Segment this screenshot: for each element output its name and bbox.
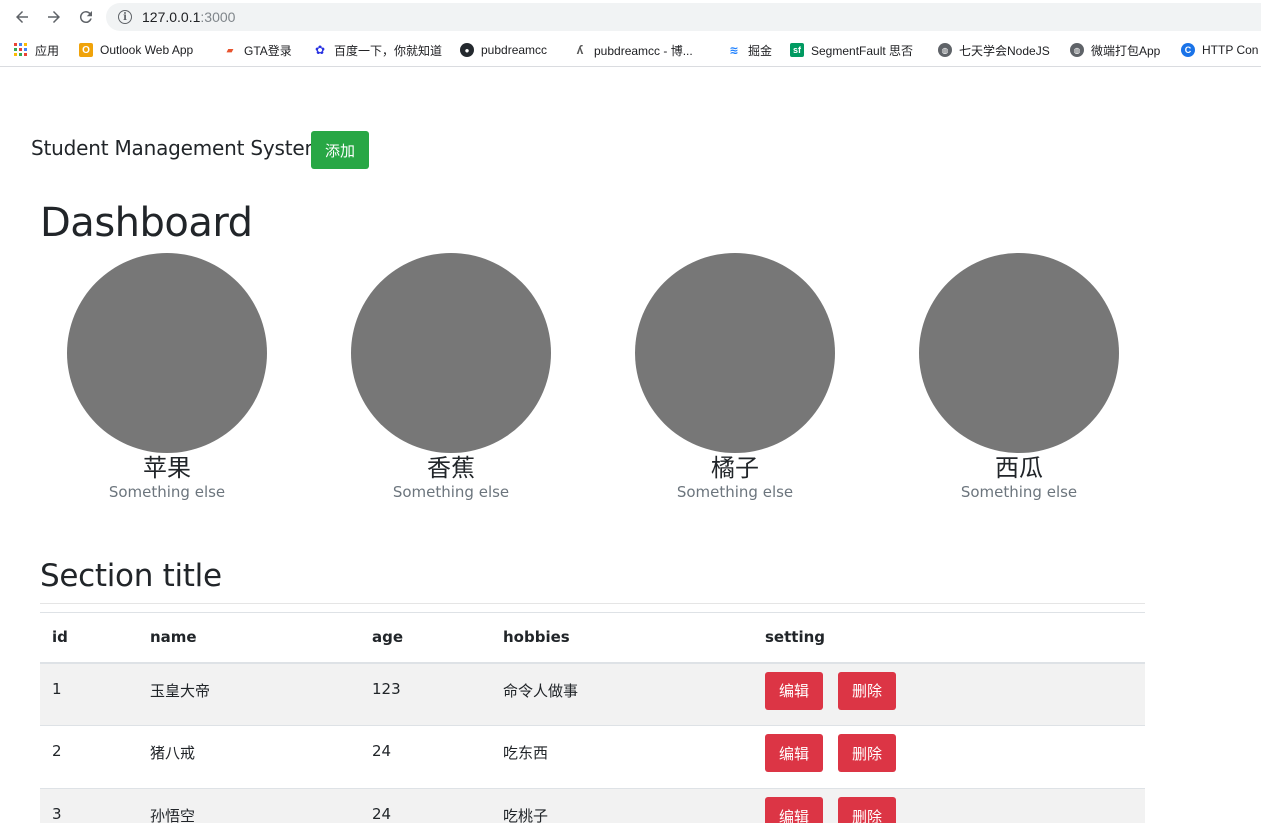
bookmark-label: Outlook Web App — [100, 43, 194, 57]
bookmark-nodejs[interactable]: ◍ 七天学会NodeJS — [938, 41, 1050, 59]
cell-hobbies: 吃桃子 — [491, 788, 753, 823]
globe-icon: ◍ — [1070, 43, 1084, 57]
bookmark-label: pubdreamcc — [481, 43, 548, 57]
apps-grid-icon — [14, 43, 28, 57]
divider — [40, 603, 1145, 604]
table-row: 3 孙悟空 24 吃桃子 编辑 删除 — [40, 788, 1145, 823]
cell-id: 2 — [40, 725, 138, 789]
edit-button[interactable]: 编辑 — [765, 797, 823, 823]
cnblogs-icon: ʎ — [576, 43, 584, 57]
cell-setting: 编辑 删除 — [753, 725, 1145, 789]
bookmark-label: 百度一下，你就知道 — [334, 43, 443, 58]
column-header-setting: setting — [753, 612, 1145, 664]
cell-id: 3 — [40, 788, 138, 823]
cell-setting: 编辑 删除 — [753, 662, 1145, 726]
placeholder-image — [351, 253, 551, 453]
cell-name: 猪八戒 — [138, 725, 360, 789]
delete-button[interactable]: 删除 — [838, 734, 896, 772]
add-button[interactable]: 添加 — [311, 131, 369, 169]
forward-arrow-icon[interactable] — [43, 6, 65, 28]
address-bar[interactable]: i 127.0.0.1:3000 — [106, 3, 1261, 31]
cell-age: 24 — [360, 725, 491, 789]
bookmark-gta[interactable]: ▰ GTA登录 — [223, 41, 292, 59]
bookmark-label: 掘金 — [748, 43, 773, 58]
card-subtitle: Something else — [108, 483, 226, 501]
dashboard-card: 苹果 Something else — [57, 253, 277, 501]
bookmark-github[interactable]: ● pubdreamcc — [460, 41, 547, 59]
bookmark-label: HTTP Con — [1202, 43, 1259, 57]
segmentfault-icon: sf — [790, 43, 804, 57]
placeholder-image — [635, 253, 835, 453]
bookmark-label: 七天学会NodeJS — [959, 43, 1050, 58]
card-subtitle: Something else — [392, 483, 510, 501]
back-arrow-icon[interactable] — [11, 6, 33, 28]
placeholder-image — [919, 253, 1119, 453]
url-port: :3000 — [200, 9, 236, 25]
delete-button[interactable]: 删除 — [838, 671, 896, 710]
bookmark-label: 微端打包App — [1091, 43, 1161, 58]
bookmark-http[interactable]: C HTTP Con — [1181, 41, 1258, 59]
delete-button[interactable]: 删除 — [838, 797, 896, 823]
bookmark-apps[interactable]: 应用 — [14, 41, 59, 59]
table-header-row: id name age hobbies setting — [40, 612, 1145, 664]
bookmark-label: SegmentFault 思否 — [811, 43, 914, 58]
dashboard-card: 橘子 Something else — [625, 253, 845, 501]
baidu-icon: ✿ — [314, 43, 326, 57]
url-host: 127.0.0.1 — [142, 9, 201, 25]
bookmark-label: pubdreamcc - 博... — [594, 43, 693, 58]
edit-button[interactable]: 编辑 — [765, 671, 823, 710]
cell-name: 孙悟空 — [138, 788, 360, 823]
edit-button[interactable]: 编辑 — [765, 734, 823, 772]
bookmark-segmentfault[interactable]: sf SegmentFault 思否 — [790, 41, 913, 59]
bookmark-juejin[interactable]: ≋ 掘金 — [727, 41, 772, 59]
table-row: 2 猪八戒 24 吃东西 编辑 删除 — [40, 725, 1145, 789]
column-header-id: id — [40, 612, 138, 664]
cell-setting: 编辑 删除 — [753, 788, 1145, 823]
cell-age: 123 — [360, 662, 491, 726]
table-row: 1 玉皇大帝 123 命令人做事 编辑 删除 — [40, 662, 1145, 726]
bookmark-outlook[interactable]: O Outlook Web App — [79, 41, 193, 59]
column-header-age: age — [360, 612, 491, 664]
brand-title[interactable]: Student Management System — [31, 136, 324, 160]
column-header-name: name — [138, 612, 360, 664]
outlook-icon: O — [79, 43, 93, 57]
card-title: 西瓜 — [995, 454, 1043, 482]
card-title: 橘子 — [711, 454, 759, 482]
cell-age: 24 — [360, 788, 491, 823]
bookmark-cnblogs[interactable]: ʎ pubdreamcc - 博... — [573, 41, 693, 59]
gta-icon: ▰ — [226, 44, 234, 55]
browser-toolbar: i 127.0.0.1:3000 — [0, 0, 1261, 34]
github-icon: ● — [460, 43, 474, 57]
bookmark-label: GTA登录 — [244, 43, 292, 58]
bookmark-baidu[interactable]: ✿ 百度一下，你就知道 — [313, 41, 442, 59]
cell-hobbies: 吃东西 — [491, 725, 753, 789]
section-title: Section title — [40, 558, 222, 594]
column-header-hobbies: hobbies — [491, 612, 753, 664]
dashboard-card: 香蕉 Something else — [341, 253, 561, 501]
card-subtitle: Something else — [676, 483, 794, 501]
card-subtitle: Something else — [960, 483, 1078, 501]
http-icon: C — [1181, 43, 1195, 57]
placeholder-image — [67, 253, 267, 453]
bookmark-weiduan[interactable]: ◍ 微端打包App — [1070, 41, 1160, 59]
cell-id: 1 — [40, 662, 138, 726]
globe-icon: ◍ — [938, 43, 952, 57]
card-title: 香蕉 — [427, 454, 475, 482]
page-title: Dashboard — [40, 200, 253, 246]
dashboard-card: 西瓜 Something else — [909, 253, 1129, 501]
bookmarks-bar: 应用 O Outlook Web App ▰ GTA登录 ✿ 百度一下，你就知道… — [0, 34, 1261, 67]
card-title: 苹果 — [143, 454, 191, 482]
reload-icon[interactable] — [75, 6, 97, 28]
cell-hobbies: 命令人做事 — [491, 662, 753, 726]
cell-name: 玉皇大帝 — [138, 662, 360, 726]
juejin-icon: ≋ — [729, 44, 739, 57]
students-table: id name age hobbies setting 1 玉皇大帝 123 命… — [40, 612, 1145, 823]
info-icon[interactable]: i — [118, 10, 132, 24]
bookmark-label: 应用 — [35, 43, 60, 58]
